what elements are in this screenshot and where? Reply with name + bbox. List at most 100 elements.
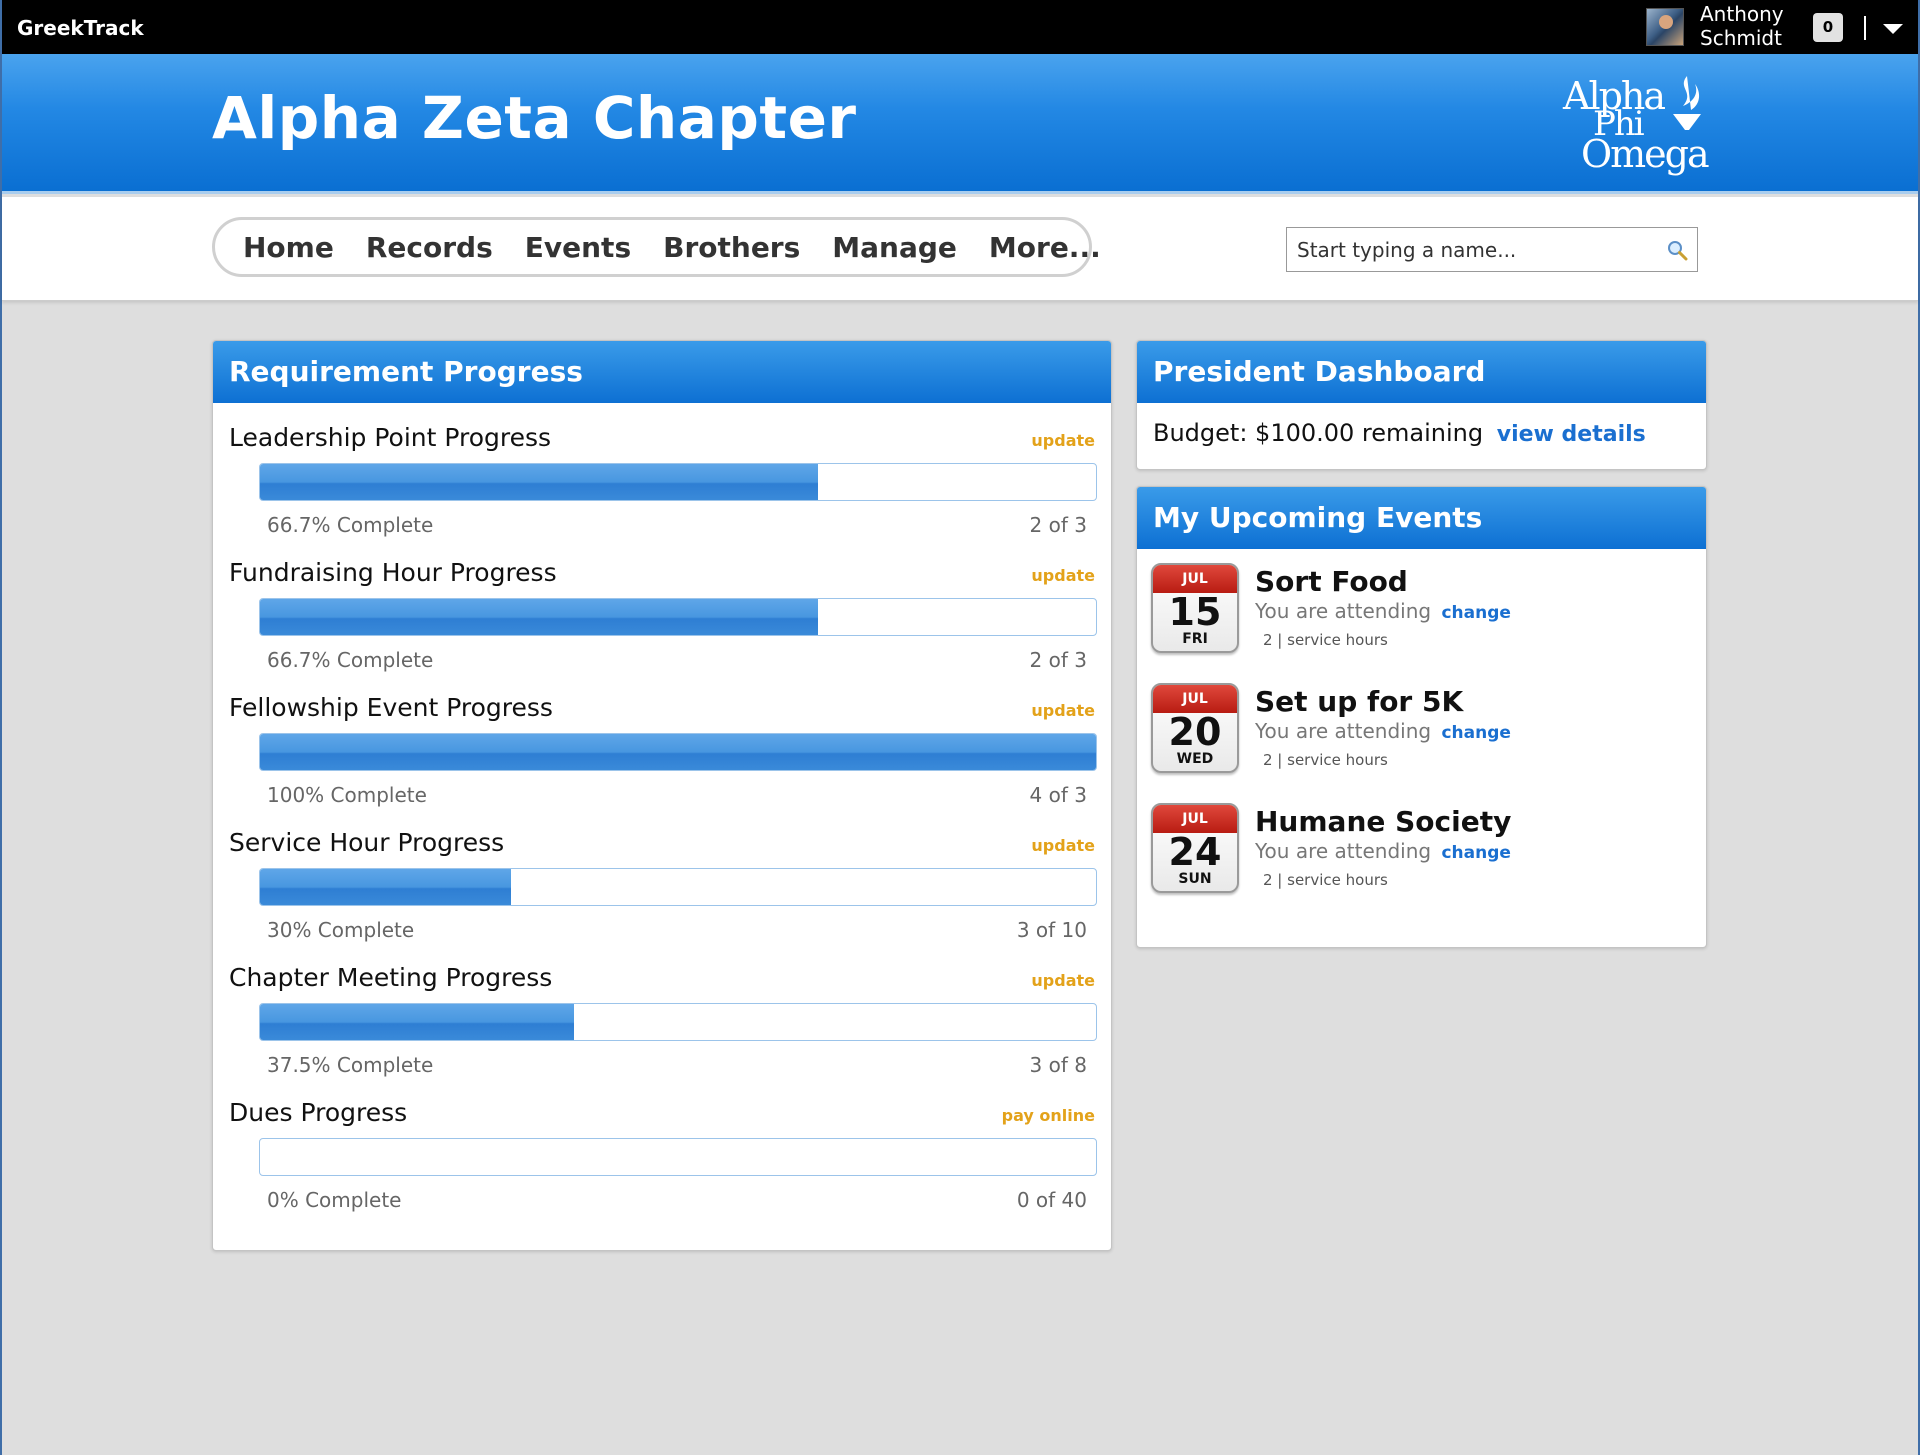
calendar-day: 20 (1168, 710, 1222, 754)
update-link[interactable]: update (1031, 566, 1095, 585)
progress-percent: 30% Complete (267, 918, 415, 942)
attendance-text: You are attending (1255, 839, 1432, 863)
chapter-logo: Alpha Phi Omega (1557, 74, 1710, 184)
calendar-day: 15 (1168, 590, 1222, 634)
nav-item-brothers[interactable]: Brothers (663, 231, 800, 264)
update-link[interactable]: update (1031, 701, 1095, 720)
requirement-item: Service Hour Progress update 30% Complet… (213, 828, 1111, 963)
change-link[interactable]: change (1441, 603, 1510, 623)
nav-item-records[interactable]: Records (366, 231, 493, 264)
update-link[interactable]: update (1031, 836, 1095, 855)
pay-online-link[interactable]: pay online (1002, 1106, 1095, 1125)
nav-item-home[interactable]: Home (243, 231, 334, 264)
requirement-item: Fellowship Event Progress update 100% Co… (213, 693, 1111, 828)
calendar-weekday: SUN (1178, 871, 1212, 887)
progress-bar (259, 598, 1097, 636)
progress-bar-fill (260, 464, 818, 500)
progress-bar (259, 463, 1097, 501)
calendar-icon: JUL 15 FRI (1151, 563, 1239, 653)
requirement-title: Fellowship Event Progress (229, 693, 553, 722)
event-status: You are attending change (1255, 839, 1511, 863)
calendar-weekday: FRI (1182, 631, 1208, 647)
avatar[interactable] (1646, 8, 1684, 46)
progress-percent: 0% Complete (267, 1188, 402, 1212)
chapter-title: Alpha Zeta Chapter (212, 84, 857, 152)
update-link[interactable]: update (1031, 431, 1095, 450)
event-item[interactable]: JUL 15 FRI Sort Food You are attending c… (1151, 563, 1691, 663)
panel-title: Requirement Progress (213, 341, 1111, 403)
requirement-title: Leadership Point Progress (229, 423, 552, 452)
requirement-title: Fundraising Hour Progress (229, 558, 557, 587)
divider (1864, 16, 1866, 40)
requirement-title: Service Hour Progress (229, 828, 505, 857)
torch-icon (1673, 76, 1701, 130)
calendar-day: 24 (1168, 830, 1222, 874)
panel-title: President Dashboard (1137, 341, 1706, 403)
requirement-item: Chapter Meeting Progress update 37.5% Co… (213, 963, 1111, 1098)
event-title[interactable]: Set up for 5K (1255, 685, 1463, 718)
progress-bar-fill (260, 734, 1096, 770)
upcoming-events-panel: My Upcoming Events JUL 15 FRI Sort Food … (1136, 486, 1707, 948)
event-status: You are attending change (1255, 599, 1511, 623)
calendar-month: JUL (1153, 805, 1237, 833)
event-hours: 2 | service hours (1263, 751, 1388, 769)
budget-line: Budget: $100.00 remaining view details (1153, 419, 1646, 447)
requirement-title: Dues Progress (229, 1098, 408, 1127)
calendar-weekday: WED (1176, 751, 1214, 767)
progress-bar-fill (260, 599, 818, 635)
search-box (1286, 227, 1698, 272)
calendar-icon: JUL 24 SUN (1151, 803, 1239, 893)
change-link[interactable]: change (1441, 723, 1510, 743)
progress-count: 4 of 3 (1029, 783, 1087, 807)
progress-count: 3 of 10 (1016, 918, 1087, 942)
attendance-text: You are attending (1255, 719, 1432, 743)
progress-percent: 37.5% Complete (267, 1053, 434, 1077)
budget-value: $100.00 remaining (1255, 419, 1484, 447)
event-hours: 2 | service hours (1263, 631, 1388, 649)
search-input[interactable] (1287, 228, 1657, 271)
user-last-name: Schmidt (1700, 26, 1782, 50)
budget-label: Budget: (1153, 419, 1248, 447)
top-bar: GreekTrack Anthony Schmidt 0 (2, 0, 1918, 54)
progress-bar (259, 1138, 1097, 1176)
calendar-month: JUL (1153, 685, 1237, 713)
nav-item-more[interactable]: More... (989, 231, 1101, 264)
event-title[interactable]: Humane Society (1255, 805, 1511, 838)
app-name[interactable]: GreekTrack (17, 16, 144, 40)
attendance-text: You are attending (1255, 599, 1432, 623)
requirement-progress-panel: Requirement Progress Leadership Point Pr… (212, 340, 1112, 1251)
update-link[interactable]: update (1031, 971, 1095, 990)
nav-item-events[interactable]: Events (525, 231, 631, 264)
requirement-title: Chapter Meeting Progress (229, 963, 553, 992)
chevron-down-icon[interactable] (1883, 24, 1903, 34)
progress-bar-fill (260, 869, 511, 905)
notification-badge[interactable]: 0 (1813, 13, 1843, 42)
requirement-item: Fundraising Hour Progress update 66.7% C… (213, 558, 1111, 693)
view-details-link[interactable]: view details (1497, 422, 1646, 447)
event-hours: 2 | service hours (1263, 871, 1388, 889)
change-link[interactable]: change (1441, 843, 1510, 863)
progress-percent: 100% Complete (267, 783, 427, 807)
progress-count: 2 of 3 (1029, 513, 1087, 537)
panel-title: My Upcoming Events (1137, 487, 1706, 549)
nav-item-manage[interactable]: Manage (832, 231, 957, 264)
search-icon[interactable] (1665, 238, 1689, 262)
requirement-item: Dues Progress pay online 0% Complete 0 o… (213, 1098, 1111, 1233)
requirement-item: Leadership Point Progress update 66.7% C… (213, 423, 1111, 558)
nav-bar: Home Records Events Brothers Manage More… (2, 197, 1918, 301)
progress-count: 0 of 40 (1016, 1188, 1087, 1212)
user-first-name: Anthony (1700, 2, 1784, 26)
progress-bar (259, 868, 1097, 906)
event-item[interactable]: JUL 24 SUN Humane Society You are attend… (1151, 803, 1691, 903)
event-item[interactable]: JUL 20 WED Set up for 5K You are attendi… (1151, 683, 1691, 783)
progress-bar-fill (260, 1004, 574, 1040)
user-name[interactable]: Anthony Schmidt (1700, 2, 1820, 50)
president-dashboard-panel: President Dashboard Budget: $100.00 rema… (1136, 340, 1707, 470)
progress-bar (259, 1003, 1097, 1041)
event-title[interactable]: Sort Food (1255, 565, 1408, 598)
progress-bar (259, 733, 1097, 771)
event-status: You are attending change (1255, 719, 1511, 743)
calendar-month: JUL (1153, 565, 1237, 593)
main-nav: Home Records Events Brothers Manage More… (212, 217, 1101, 277)
progress-percent: 66.7% Complete (267, 513, 434, 537)
